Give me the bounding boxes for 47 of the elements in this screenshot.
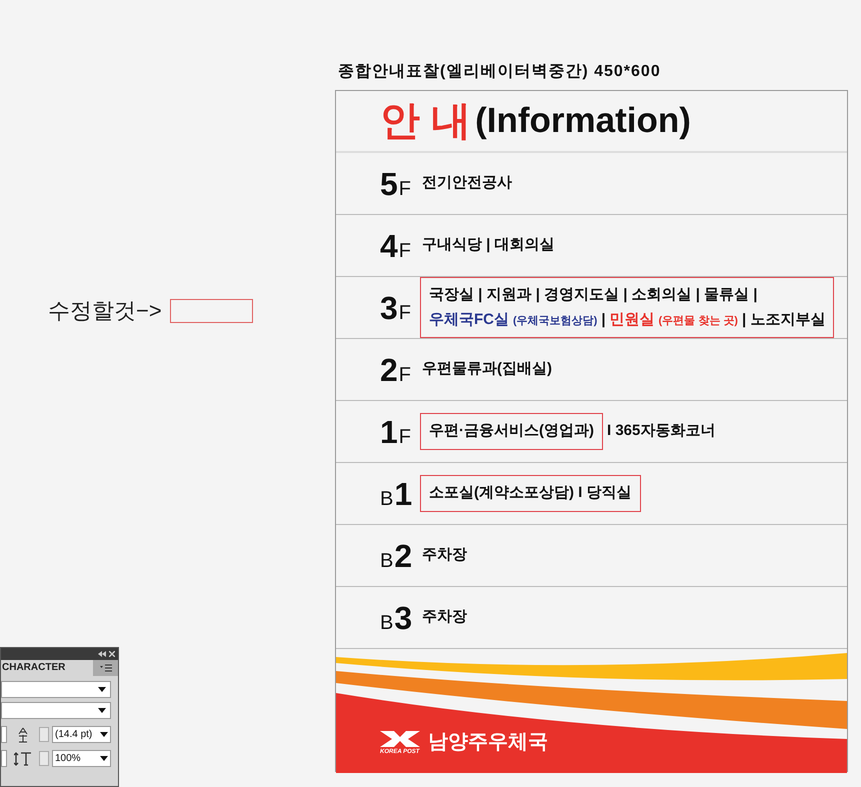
number-field[interactable] <box>1 726 7 743</box>
floor-label: 2F <box>379 354 412 386</box>
caret-icon <box>98 687 106 692</box>
room-text: 소포실(계약소포상담) I 당직실 <box>429 483 632 504</box>
menu-icon[interactable] <box>100 664 112 672</box>
room-text: | 노조지부실 <box>742 310 826 330</box>
leading-icon <box>17 726 29 742</box>
dropdown-field[interactable] <box>1 702 111 719</box>
room-text: 민원실 <box>610 310 655 330</box>
post-logo-icon <box>380 729 420 749</box>
close-icon[interactable] <box>109 651 115 657</box>
room-text: 국장실 | 지원과 | 경영지도실 | 소회의실 | 물류실 | <box>429 285 758 305</box>
floor-label: B2 <box>379 540 414 572</box>
collapse-icon[interactable] <box>98 651 106 657</box>
room-text: 구내식당 | 대회의실 <box>422 235 555 256</box>
room-text: 전기안전공사 <box>422 173 512 194</box>
value-field[interactable]: (14.4 pt) <box>52 726 111 743</box>
room-text: 주차장 <box>422 607 467 628</box>
room-text: (우편물 찾는 곳) <box>658 314 738 328</box>
caret-icon <box>98 708 106 713</box>
office-name: 남양주우체국 <box>428 730 548 755</box>
panel-tab[interactable]: CHARACTER <box>1 660 93 676</box>
number-field[interactable] <box>1 750 7 767</box>
floor-label: 1F <box>379 416 412 448</box>
stepper-icon[interactable] <box>39 727 49 742</box>
stepper-icon[interactable] <box>39 751 49 766</box>
room-text: 우편·금융서비스(영업과) <box>429 421 594 442</box>
floor-label: B3 <box>379 602 414 634</box>
room-text: I 365자동화코너 <box>607 421 716 442</box>
floor-label: 5F <box>379 168 412 200</box>
dropdown-field[interactable] <box>1 681 111 698</box>
caret-icon <box>100 756 108 761</box>
floor-label: 4F <box>379 230 412 262</box>
room-text: 우체국FC실 <box>429 310 509 330</box>
sign-title: 안 내 <box>380 98 472 145</box>
vertical-scale-icon <box>14 752 32 766</box>
value-field[interactable]: 100% <box>52 750 111 767</box>
caret-icon <box>100 732 108 737</box>
floor-label: 3F <box>379 292 412 324</box>
floor-label: B1 <box>379 478 414 510</box>
sign-caption: 종합안내표찰(엘리베이터벽중간) 450*600 <box>338 62 661 82</box>
note-text: 수정할것−> <box>48 297 162 325</box>
room-text: 주차장 <box>422 545 467 566</box>
sign-subtitle: (Information) <box>475 100 691 142</box>
room-text: 우편물류과(집배실) <box>422 359 552 380</box>
room-text: (우체국보험상담) <box>513 314 598 328</box>
room-text: | <box>601 310 606 330</box>
